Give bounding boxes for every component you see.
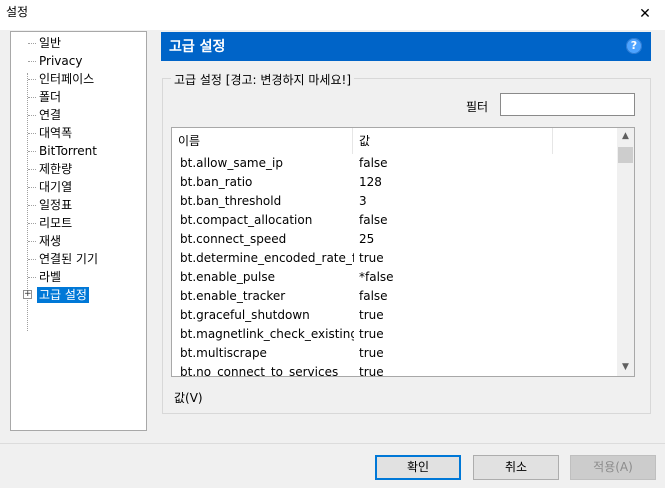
- tree-item-interface[interactable]: 인터페이스: [37, 71, 96, 87]
- tree-expand-icon[interactable]: +: [23, 290, 32, 299]
- tree-connector: [28, 241, 36, 242]
- setting-value: *false: [359, 270, 394, 284]
- tree-item-transfer-cap[interactable]: 제한량: [37, 161, 74, 177]
- list-row[interactable]: bt.ban_ratio 128: [172, 173, 618, 192]
- vertical-scrollbar[interactable]: ▲ ▼: [617, 128, 634, 376]
- list-row[interactable]: bt.enable_pulse *false: [172, 268, 618, 287]
- dialog-footer: [0, 443, 665, 488]
- filter-label: 필터: [466, 100, 489, 114]
- setting-name: bt.no_connect_to_services: [180, 365, 339, 377]
- tree-connector: [28, 97, 36, 98]
- setting-value: false: [359, 213, 388, 227]
- tree-item-advanced[interactable]: 고급 설정: [37, 287, 89, 303]
- column-header-name[interactable]: 이름: [172, 128, 353, 154]
- setting-value: true: [359, 346, 384, 360]
- setting-value: false: [359, 156, 388, 170]
- tree-connector: [28, 223, 36, 224]
- tree-item-queueing[interactable]: 대기열: [37, 179, 74, 195]
- list-row[interactable]: bt.no_connect_to_services true: [172, 363, 618, 377]
- tree-item-bittorrent[interactable]: BitTorrent: [37, 143, 99, 159]
- list-row[interactable]: bt.graceful_shutdown true: [172, 306, 618, 325]
- list-row[interactable]: bt.determine_encoded_rate_fo... true: [172, 249, 618, 268]
- cancel-button[interactable]: 취소: [473, 455, 559, 480]
- tree-connector: [28, 79, 36, 80]
- setting-name: bt.determine_encoded_rate_fo...: [180, 251, 354, 265]
- setting-name: bt.ban_threshold: [180, 194, 282, 208]
- list-row[interactable]: bt.compact_allocation false: [172, 211, 618, 230]
- list-row[interactable]: bt.connect_speed 25: [172, 230, 618, 249]
- tree-connector: [28, 133, 36, 134]
- settings-category-tree[interactable]: 일반 Privacy 인터페이스 폴더 연결 대역폭 BitTorrent 제한…: [10, 31, 147, 431]
- setting-value: true: [359, 308, 384, 322]
- list-row[interactable]: bt.magnetlink_check_existing_... true: [172, 325, 618, 344]
- scrollbar-thumb[interactable]: [618, 147, 633, 163]
- tree-item-privacy[interactable]: Privacy: [37, 53, 84, 69]
- setting-name: bt.graceful_shutdown: [180, 308, 310, 322]
- list-row[interactable]: bt.allow_same_ip false: [172, 154, 618, 173]
- ok-button[interactable]: 확인: [375, 455, 461, 480]
- tree-item-paired-devices[interactable]: 연결된 기기: [37, 251, 100, 267]
- tree-connector: [28, 43, 36, 44]
- title-bar: 설정 ✕: [0, 0, 665, 30]
- setting-name: bt.allow_same_ip: [180, 156, 283, 170]
- tree-connector: [28, 277, 36, 278]
- setting-value: 128: [359, 175, 382, 189]
- section-title: 고급 설정: [169, 39, 226, 55]
- scroll-down-icon[interactable]: ▼: [617, 359, 634, 376]
- tree-connector: [28, 115, 36, 116]
- list-row[interactable]: bt.enable_tracker false: [172, 287, 618, 306]
- column-header-value[interactable]: 값: [353, 128, 553, 154]
- setting-name: bt.ban_ratio: [180, 175, 253, 189]
- tree-connector: [28, 151, 36, 152]
- setting-name: bt.connect_speed: [180, 232, 287, 246]
- scroll-up-icon[interactable]: ▲: [617, 128, 634, 145]
- setting-name: bt.magnetlink_check_existing_...: [180, 327, 354, 341]
- setting-value: 25: [359, 232, 375, 246]
- close-icon[interactable]: ✕: [635, 4, 655, 24]
- tree-item-connection[interactable]: 연결: [37, 107, 63, 123]
- settings-list[interactable]: 이름 값 bt.allow_same_ip false bt.ban_ratio 1…: [171, 127, 635, 377]
- window-title: 설정: [6, 5, 29, 19]
- tree-item-scheduler[interactable]: 일정표: [37, 197, 74, 213]
- tree-item-folders[interactable]: 폴더: [37, 89, 63, 105]
- setting-value: 3: [359, 194, 367, 208]
- filter-input[interactable]: [500, 93, 635, 116]
- tree-connector: [28, 169, 36, 170]
- tree-connector: [28, 61, 36, 62]
- tree-item-playback[interactable]: 재생: [37, 233, 63, 249]
- tree-connector: [28, 205, 36, 206]
- tree-item-bandwidth[interactable]: 대역폭: [37, 125, 74, 141]
- setting-name: bt.enable_pulse: [180, 270, 276, 284]
- tree-item-remote[interactable]: 리모트: [37, 215, 74, 231]
- tree-connector: [28, 187, 36, 188]
- setting-value: true: [359, 365, 384, 377]
- setting-value: false: [359, 289, 388, 303]
- setting-value: true: [359, 251, 384, 265]
- tree-item-labels[interactable]: 라벨: [37, 269, 63, 285]
- help-icon[interactable]: ?: [626, 38, 642, 54]
- setting-value: true: [359, 327, 384, 341]
- setting-name: bt.enable_tracker: [180, 289, 286, 303]
- value-label: 값(V): [174, 391, 203, 405]
- tree-item-general[interactable]: 일반: [37, 35, 63, 51]
- setting-name: bt.multiscrape: [180, 346, 267, 360]
- group-label: 고급 설정 [경고: 변경하지 마세요!]: [171, 71, 354, 88]
- section-header: 고급 설정 ?: [161, 32, 651, 61]
- tree-connector: [28, 259, 36, 260]
- setting-name: bt.compact_allocation: [180, 213, 313, 227]
- apply-button[interactable]: 적용(A): [570, 455, 656, 480]
- list-row[interactable]: bt.ban_threshold 3: [172, 192, 618, 211]
- list-row[interactable]: bt.multiscrape true: [172, 344, 618, 363]
